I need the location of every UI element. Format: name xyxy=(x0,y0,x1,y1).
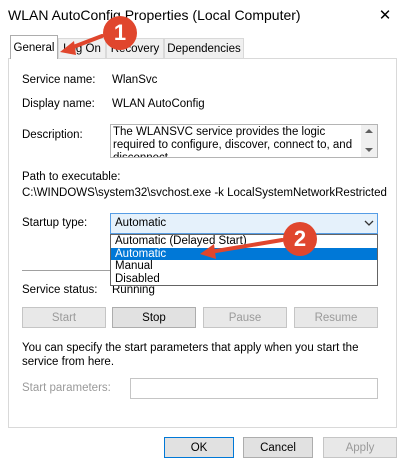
annotation-badge-1: 1 xyxy=(103,16,137,50)
annotation-number: 1 xyxy=(113,20,127,45)
annotation-arrow-2 xyxy=(208,238,284,254)
annotation-arrowhead-2 xyxy=(200,244,216,259)
annotation-number: 2 xyxy=(293,226,307,251)
annotation-badge-2: 2 xyxy=(283,222,317,256)
annotation-arrowhead-1 xyxy=(60,41,76,55)
annotation-arrows xyxy=(60,34,284,259)
